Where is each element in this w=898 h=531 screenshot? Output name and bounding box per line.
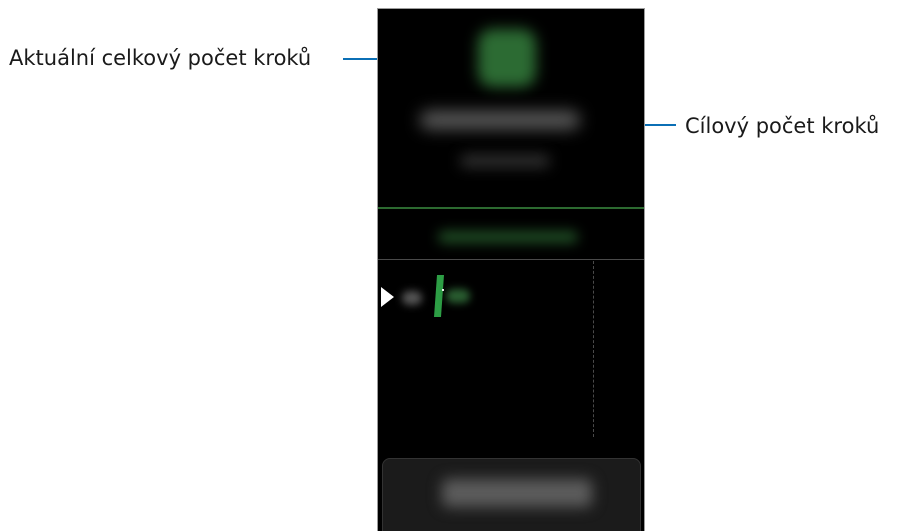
play-icon[interactable] [381,287,394,307]
bottom-action-button[interactable] [442,479,592,507]
current-steps-value [420,111,580,129]
section-divider [378,259,644,260]
goal-label [438,231,578,243]
current-steps-callout-label: Aktuální celkový počet kroků [9,46,312,70]
activity-value [446,289,470,303]
activity-bar [434,275,444,317]
time-marker [402,291,422,305]
device-screen [377,8,645,531]
steps-subtext [460,155,550,167]
timeline-dashed-line [593,261,594,437]
activity-tick [442,289,444,291]
steps-icon [478,29,536,87]
goal-steps-callout-label: Cílový počet kroků [685,114,880,138]
goal-line [378,207,644,209]
